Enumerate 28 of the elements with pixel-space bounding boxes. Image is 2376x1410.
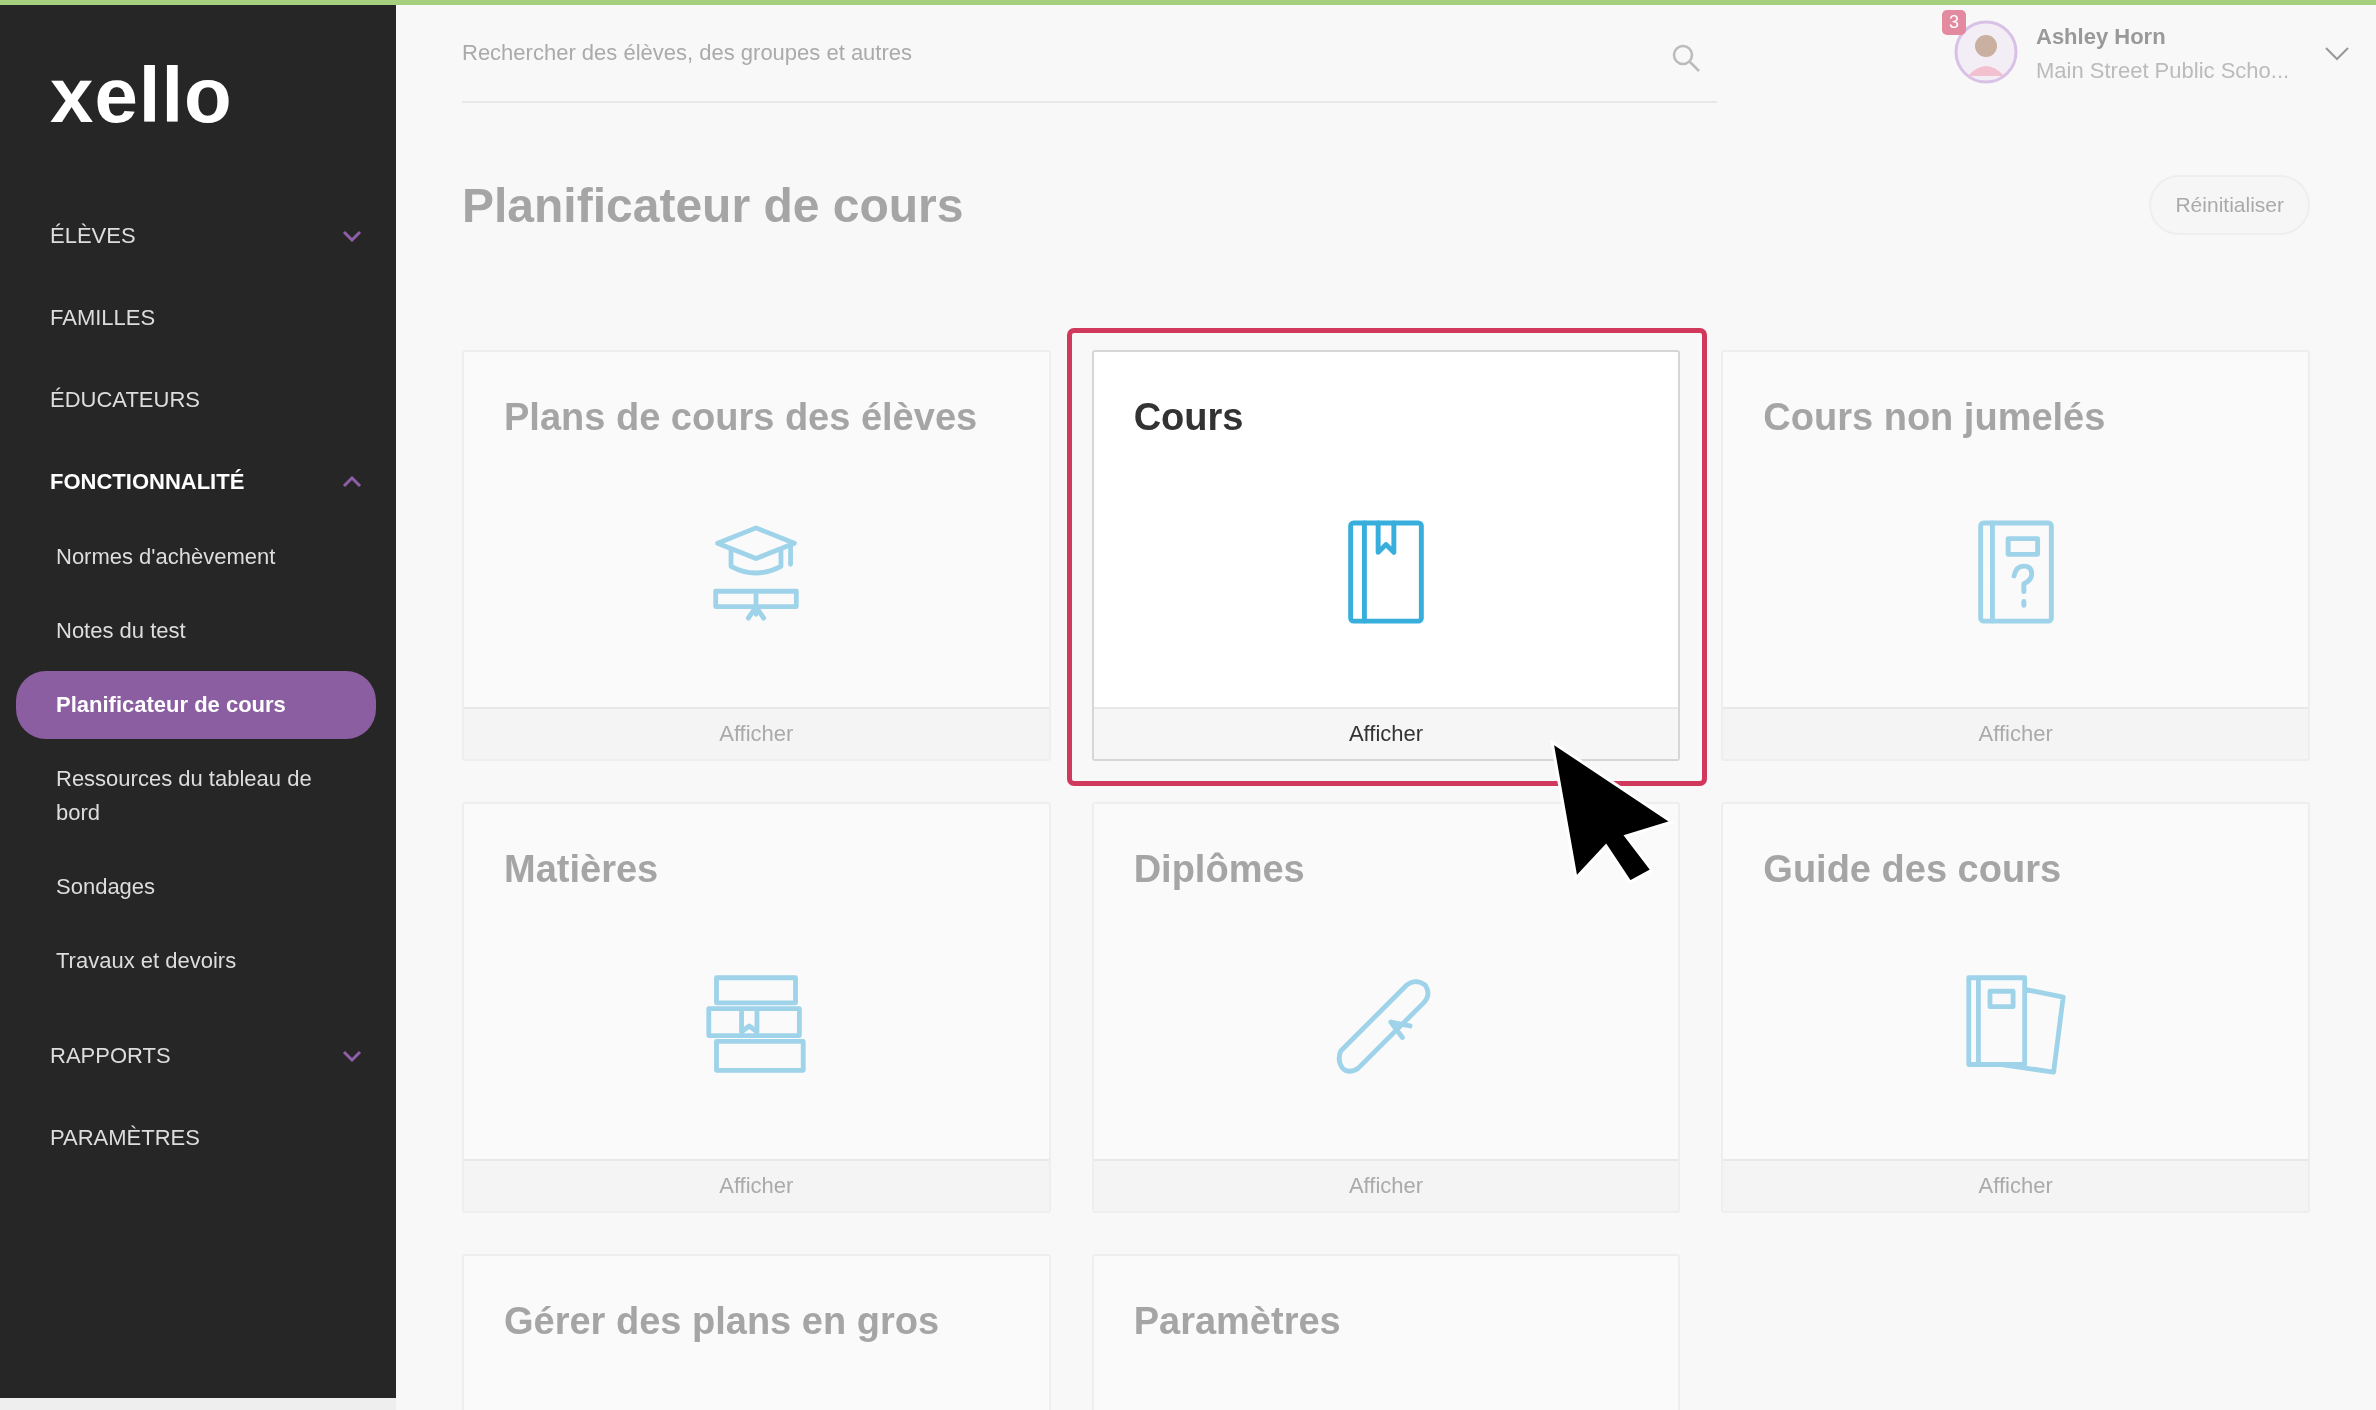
feature-card[interactable]: Cours Afficher xyxy=(1091,350,1681,761)
sidebar-subitem[interactable]: Notes du test xyxy=(16,597,376,665)
user-name: Ashley Horn xyxy=(2036,24,2167,50)
sidebar-item[interactable]: ÉLÈVES xyxy=(0,195,396,277)
card-title: Paramètres xyxy=(1133,1300,1341,1343)
card-title: Diplômes xyxy=(1133,848,1305,891)
sidebar-subitem[interactable]: Sondages xyxy=(16,853,376,921)
card-title: Gérer des plans en gros xyxy=(504,1300,940,1343)
card-title: Cours non jumelés xyxy=(1763,396,2106,439)
xello-logo: xello xyxy=(49,50,234,141)
sidebar-item[interactable]: FAMILLES xyxy=(0,277,396,359)
page-title: Planificateur de cours xyxy=(462,177,964,233)
card-title: Guide des cours xyxy=(1763,848,2062,891)
sidebar-item[interactable]: FONCTIONNALITÉ xyxy=(0,441,396,523)
search-field[interactable]: Rechercher des élèves, des groupes et autres xyxy=(462,5,1717,103)
view-link[interactable]: Afficher xyxy=(1093,707,1679,759)
school-name: Main Street Public Scho... xyxy=(2036,58,2291,84)
sidebar-item[interactable]: ÉDUCATEURS xyxy=(0,359,396,441)
sidebar-item[interactable]: RAPPORTS xyxy=(0,1015,396,1097)
sidebar-subitem[interactable]: Travaux et devoirs xyxy=(16,927,376,995)
sidebar-subitem[interactable]: Planificateur de cours xyxy=(16,671,376,739)
notification-badge: 3 xyxy=(1942,10,1966,35)
card-title: Cours xyxy=(1133,396,1244,439)
card-title: Plans de cours des élèves xyxy=(504,396,978,439)
sidebar-item[interactable]: PARAMÈTRES xyxy=(0,1097,396,1179)
card-title: Matières xyxy=(504,848,659,891)
sidebar-subitem[interactable]: Ressources du tableau de bord xyxy=(16,745,376,847)
sidebar-subitem[interactable]: Normes d'achèvement xyxy=(16,523,376,591)
